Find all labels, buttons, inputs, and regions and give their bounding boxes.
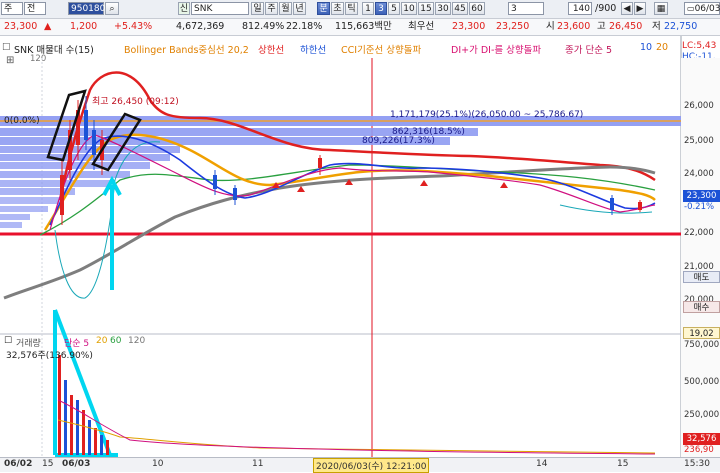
quote-bar: 23,300 ▲ 1,200 +5.43% 4,672,369 812.49% … — [0, 19, 720, 36]
date-axis[interactable]: 06/02 15 06/03 10 11 14 15 2020/06/03(수)… — [0, 457, 720, 473]
scroll-left-button[interactable]: ◀ — [621, 2, 633, 15]
vp-bar — [0, 206, 48, 212]
date-label: 06/03 — [62, 459, 91, 469]
quote-high: 26,450 — [609, 21, 643, 32]
order-type-select[interactable]: 전 — [24, 2, 46, 15]
quote-turnover: 22.18% — [286, 21, 323, 32]
vp-label-3: 809,226(17.3%) — [362, 136, 435, 146]
date-label: 14 — [536, 459, 548, 469]
quote-open: 23,600 — [557, 21, 591, 32]
quote-change-pct: +5.43% — [114, 21, 153, 32]
quote-low-label: 저 — [652, 21, 661, 32]
period-second[interactable]: 초 — [331, 2, 344, 15]
vol-ma-line — [57, 419, 656, 454]
vol-ma5-line — [57, 399, 656, 455]
current-price-tag: 23,300 — [683, 190, 720, 202]
vp-label-1: 1,171,179(25.1%)(26,050.00 ~ 25,786.67) — [390, 110, 584, 120]
current-pct: -0.21% — [684, 202, 715, 212]
quote-high-label: 고 — [597, 21, 606, 32]
price-tick: 24,000 — [684, 169, 714, 179]
vp-bar — [0, 222, 22, 228]
calendar-icon: ▭ — [687, 4, 695, 13]
zoom-button[interactable]: ▦ — [654, 2, 668, 15]
search-icon: ⌕ — [109, 4, 115, 14]
vol-current-pct: 236,90 — [684, 445, 714, 455]
vol-settings-icon[interactable]: ☐ — [4, 336, 12, 346]
high-annotation: 최고 26,450 (09:12) — [92, 97, 179, 107]
vol-ma20-label: 20 — [96, 336, 108, 346]
interval-30[interactable]: 30 — [435, 2, 451, 15]
date-input[interactable]: ▭06/03 — [684, 2, 720, 15]
stock-code-input[interactable]: 950180 — [68, 2, 105, 15]
axis-end-time: 15:30 — [684, 459, 710, 469]
interval-3[interactable]: 3 — [375, 2, 387, 15]
vol-current-tag: 32,576 — [683, 433, 720, 445]
period-year[interactable]: 년 — [293, 2, 306, 15]
quote-price: 23,300 — [4, 21, 38, 32]
interval-1[interactable]: 1 — [362, 2, 374, 15]
vol-tick: 750,000 — [684, 340, 720, 350]
vol-tick: 250,000 — [684, 410, 720, 420]
quote-ask-label: 최우선 — [408, 21, 435, 32]
grid-icon: ▦ — [656, 4, 666, 14]
stock-name-field[interactable]: SNK — [191, 2, 249, 15]
interval-60[interactable]: 60 — [469, 2, 485, 15]
vp-pct-label: 0(0.0%) — [4, 116, 40, 126]
period-day[interactable]: 일 — [251, 2, 264, 15]
vp-bar — [0, 214, 30, 220]
vp-bar — [0, 197, 60, 204]
vp-bar — [0, 162, 150, 169]
date-label: 15 — [42, 459, 54, 469]
credit-badge: 신 — [178, 2, 190, 15]
price-axis[interactable] — [681, 58, 720, 457]
vol-tick: 500,000 — [684, 377, 720, 387]
interval-10[interactable]: 10 — [401, 2, 417, 15]
period-week[interactable]: 주 — [265, 2, 278, 15]
period-minute[interactable]: 분 — [317, 2, 330, 15]
quote-vol-ratio: 812.49% — [242, 21, 285, 32]
quote-ask: 23,300 — [452, 21, 486, 32]
volume-bars — [58, 355, 109, 455]
price-tick: 26,000 — [684, 101, 714, 111]
market-select[interactable]: 주 — [1, 2, 23, 15]
up-arrow-icon: ▲ — [44, 21, 52, 32]
quote-change: 1,200 — [70, 21, 98, 32]
date-label: 10 — [152, 459, 164, 469]
scroll-right-button[interactable]: ▶ — [634, 2, 646, 15]
quote-open-label: 시 — [546, 21, 555, 32]
date-label: 11 — [252, 459, 264, 469]
vol-value: 32,576주(136.90%) — [6, 351, 93, 361]
interval-45[interactable]: 45 — [452, 2, 468, 15]
count-total: /900 — [595, 3, 617, 14]
period-month[interactable]: 월 — [279, 2, 292, 15]
ma-green-line — [39, 164, 656, 236]
price-tick: 22,000 — [684, 228, 714, 238]
interval-15[interactable]: 15 — [418, 2, 434, 15]
buy-button[interactable]: 매수 — [683, 301, 720, 313]
quote-low: 22,750 — [664, 21, 698, 32]
price-tick: 25,000 — [684, 136, 714, 146]
date-label: 06/02 — [4, 459, 33, 469]
vol-ma60-label: 60 — [110, 336, 122, 346]
count-input[interactable]: 140 — [568, 2, 592, 15]
vp-bar — [0, 180, 110, 187]
interval-5[interactable]: 5 — [388, 2, 400, 15]
sell-button[interactable]: 매도 — [683, 271, 720, 283]
level-tag: 19,02 — [683, 327, 720, 339]
quote-bid: 23,250 — [496, 21, 530, 32]
date-label: 15 — [617, 459, 629, 469]
interval-select[interactable]: 3 — [508, 2, 544, 15]
quote-volume: 4,672,369 — [176, 21, 225, 32]
chart-toolbar: 주 전 950180 ⌕ 신 SNK 일 주 월 년 분 초 틱 1 3 5 1… — [0, 0, 720, 19]
quote-amount: 115,663백만 — [335, 21, 392, 32]
search-button[interactable]: ⌕ — [105, 2, 119, 15]
period-tick[interactable]: 틱 — [345, 2, 358, 15]
vol-ma120-label: 120 — [128, 336, 146, 346]
